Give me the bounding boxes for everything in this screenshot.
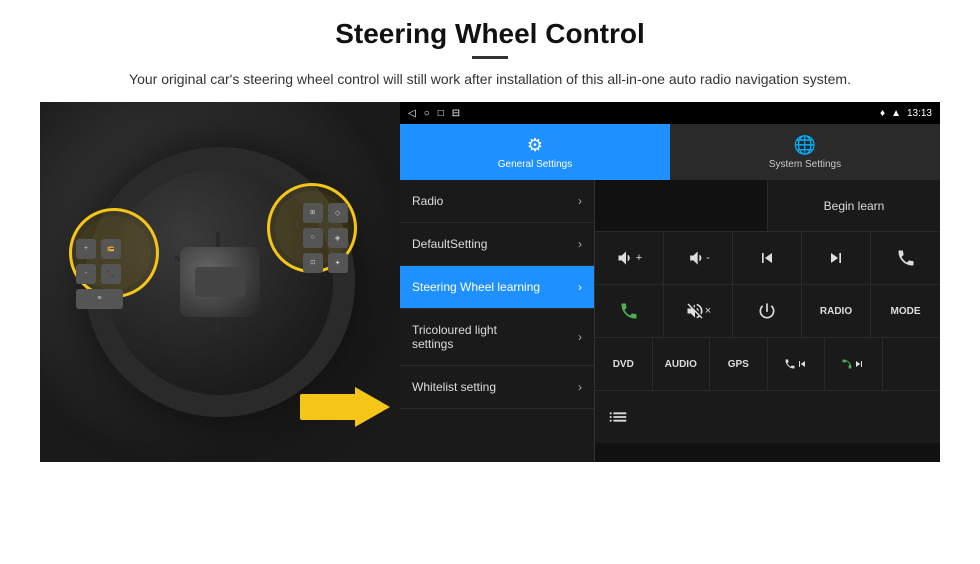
tab-general-label: General Settings bbox=[498, 159, 573, 170]
tab-bar: ⚙ General Settings 🌐 System Settings bbox=[400, 124, 940, 180]
vol-up-button[interactable]: + bbox=[595, 232, 664, 284]
location-icon: ♦ bbox=[880, 108, 885, 119]
mute-button[interactable]: × bbox=[664, 285, 733, 337]
next-phone-button[interactable] bbox=[825, 338, 883, 390]
page-title: Steering Wheel Control bbox=[40, 18, 940, 50]
menu-radio-label: Radio bbox=[412, 194, 443, 208]
back-icon[interactable]: ◁ bbox=[408, 108, 416, 119]
settings-gear-icon: ⚙ bbox=[527, 135, 543, 156]
phone-answer-button[interactable] bbox=[871, 232, 940, 284]
menu-tricoloured-label: Tricoloured lightsettings bbox=[412, 323, 497, 351]
menu-item-default[interactable]: DefaultSetting › bbox=[400, 223, 594, 266]
chevron-steering-icon: › bbox=[578, 280, 582, 294]
menu-icon[interactable]: ⊟ bbox=[452, 108, 460, 119]
menu-item-steering[interactable]: Steering Wheel learning › bbox=[400, 266, 594, 309]
tab-general-settings[interactable]: ⚙ General Settings bbox=[400, 124, 670, 180]
menu-item-radio[interactable]: Radio › bbox=[400, 180, 594, 223]
chevron-tricoloured-icon: › bbox=[578, 330, 582, 344]
power-button[interactable] bbox=[733, 285, 802, 337]
subtitle: Your original car's steering wheel contr… bbox=[40, 69, 940, 90]
menu-item-whitelist[interactable]: Whitelist setting › bbox=[400, 366, 594, 409]
prev-track-button[interactable] bbox=[733, 232, 802, 284]
call-button[interactable] bbox=[595, 285, 664, 337]
chevron-radio-icon: › bbox=[578, 194, 582, 208]
empty-cell bbox=[595, 180, 768, 231]
steering-wheel-image: + 📻 - 📞 ≡ ⊞ ◇ ○ ◈ ⊡ ✦ bbox=[40, 102, 400, 462]
gps-button[interactable]: GPS bbox=[710, 338, 768, 390]
hu-main-area: Radio › DefaultSetting › Steering Wheel … bbox=[400, 180, 940, 462]
menu-steering-label: Steering Wheel learning bbox=[412, 280, 540, 294]
sw-buttons-right: ⊞ ◇ ○ ◈ ⊡ ✦ bbox=[303, 203, 350, 275]
home-icon[interactable]: ○ bbox=[424, 108, 430, 119]
arrow-indicator bbox=[300, 387, 390, 427]
radio-button[interactable]: RADIO bbox=[802, 285, 871, 337]
vol-down-button[interactable]: - bbox=[664, 232, 733, 284]
right-control-panel: Begin learn + - bbox=[595, 180, 940, 462]
sw-buttons-left: + 📻 - 📞 ≡ bbox=[76, 239, 123, 311]
begin-learn-button[interactable]: Begin learn bbox=[768, 180, 940, 231]
tab-system-settings[interactable]: 🌐 System Settings bbox=[670, 124, 940, 180]
extra-button[interactable] bbox=[883, 338, 941, 390]
recent-icon[interactable]: □ bbox=[438, 108, 444, 119]
menu-item-tricoloured[interactable]: Tricoloured lightsettings › bbox=[400, 309, 594, 366]
top-control-row: Begin learn bbox=[595, 180, 940, 232]
chevron-default-icon: › bbox=[578, 237, 582, 251]
signal-icon: ▲ bbox=[891, 108, 901, 119]
mode-button[interactable]: MODE bbox=[871, 285, 940, 337]
title-divider bbox=[472, 56, 508, 59]
title-section: Steering Wheel Control Your original car… bbox=[40, 18, 940, 90]
time-display: 13:13 bbox=[907, 108, 932, 119]
content-area: + 📻 - 📞 ≡ ⊞ ◇ ○ ◈ ⊡ ✦ bbox=[40, 102, 940, 462]
phone-prev-button[interactable] bbox=[768, 338, 826, 390]
menu-panel: Radio › DefaultSetting › Steering Wheel … bbox=[400, 180, 595, 462]
control-row-3: DVD AUDIO GPS bbox=[595, 338, 940, 391]
chevron-whitelist-icon: › bbox=[578, 380, 582, 394]
audio-button[interactable]: AUDIO bbox=[653, 338, 711, 390]
menu-whitelist-label: Whitelist setting bbox=[412, 380, 496, 394]
system-icon: 🌐 bbox=[794, 135, 816, 156]
status-bar: ◁ ○ □ ⊟ ♦ ▲ 13:13 bbox=[400, 102, 940, 124]
list-icon-button[interactable] bbox=[595, 391, 940, 443]
next-track-button[interactable] bbox=[802, 232, 871, 284]
tab-system-label: System Settings bbox=[769, 159, 841, 170]
dvd-button[interactable]: DVD bbox=[595, 338, 653, 390]
head-unit-ui: ◁ ○ □ ⊟ ♦ ▲ 13:13 ⚙ General Settings bbox=[400, 102, 940, 462]
control-row-1: + - bbox=[595, 232, 940, 285]
control-row-2: × RADIO MODE bbox=[595, 285, 940, 338]
menu-default-label: DefaultSetting bbox=[412, 237, 487, 251]
control-row-4 bbox=[595, 391, 940, 443]
